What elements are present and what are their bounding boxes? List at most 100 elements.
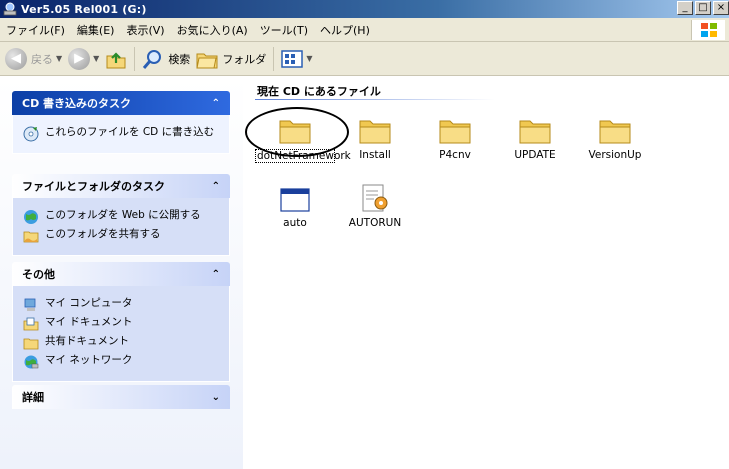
file-item[interactable]: VersionUp <box>575 113 655 161</box>
details-title: 詳細 <box>22 391 44 404</box>
setup-info-icon <box>362 184 388 212</box>
task-label: このフォルダを Web に公開する <box>45 209 201 221</box>
maximize-button[interactable]: □ <box>695 1 711 15</box>
cd-write-icon <box>23 126 39 142</box>
views-icon <box>281 49 304 68</box>
my-documents-icon <box>23 317 39 331</box>
my-computer-icon <box>24 298 36 311</box>
other-places-header[interactable]: その他 ⌃ <box>12 262 230 286</box>
collapse-chevron-icon[interactable]: ⌃ <box>212 98 220 109</box>
menu-tools[interactable]: ツール(T) <box>254 22 314 38</box>
file-item[interactable]: AUTORUN <box>335 181 415 229</box>
folder-icon <box>359 120 391 144</box>
menu-help[interactable]: ヘルプ(H) <box>314 22 376 38</box>
forward-arrow-icon: ▶ <box>68 47 91 70</box>
task-write-to-cd[interactable]: これらのファイルを CD に書き込む <box>23 126 219 142</box>
collapse-chevron-icon[interactable]: ⌃ <box>212 181 220 192</box>
other-places-body: マイ コンピュータ マイ ドキュメント 共有ドキュメント マイ ネットワーク <box>12 286 230 382</box>
file-item[interactable]: P4cnv <box>415 113 495 161</box>
place-label: 共有ドキュメント <box>45 335 129 347</box>
back-label: 戻る <box>31 52 53 66</box>
up-folder-icon <box>106 51 126 68</box>
back-dropdown-icon[interactable]: ▼ <box>56 54 62 63</box>
task-pane: CD 書き込みのタスク ⌃ これらのファイルを CD に書き込む ファイルとフォ… <box>0 77 243 469</box>
menu-bar: ファイル(F) 編集(E) 表示(V) お気に入り(A) ツール(T) ヘルプ(… <box>0 18 729 42</box>
close-button[interactable]: × <box>713 1 729 15</box>
other-places-title: その他 <box>22 268 55 281</box>
file-tasks-group: ファイルとフォルダのタスク ⌃ このフォルダを Web に公開する このフォルダ… <box>12 174 230 256</box>
windows-logo-icon <box>691 20 725 40</box>
my-network-icon <box>24 355 39 369</box>
cd-drive-icon <box>3 2 17 16</box>
menu-edit[interactable]: 編集(E) <box>71 22 121 38</box>
folders-label: フォルダ <box>222 52 267 66</box>
window-controls: _ □ × <box>675 1 729 15</box>
folder-icon <box>439 120 471 144</box>
menu-file[interactable]: ファイル(F) <box>0 22 71 38</box>
application-icon <box>280 188 310 212</box>
views-dropdown-icon[interactable]: ▼ <box>306 54 312 63</box>
file-name: VersionUp <box>588 149 642 161</box>
file-name: Install <box>359 149 391 161</box>
place-my-computer[interactable]: マイ コンピュータ <box>23 297 219 313</box>
file-tasks-title: ファイルとフォルダのタスク <box>22 180 165 193</box>
task-label: このフォルダを共有する <box>45 228 161 240</box>
place-label: マイ コンピュータ <box>45 297 133 309</box>
search-button[interactable]: 検索 <box>139 45 193 73</box>
file-name: dotNetFramework <box>255 149 351 163</box>
forward-dropdown-icon[interactable]: ▼ <box>93 54 99 63</box>
folder-icon <box>519 120 551 144</box>
details-group: 詳細 ⌄ <box>12 385 230 409</box>
file-name: AUTORUN <box>348 217 402 229</box>
cd-tasks-header[interactable]: CD 書き込みのタスク ⌃ <box>12 91 230 115</box>
task-label: これらのファイルを CD に書き込む <box>45 126 215 138</box>
task-publish-web[interactable]: このフォルダを Web に公開する <box>23 209 219 225</box>
place-my-network[interactable]: マイ ネットワーク <box>23 354 219 370</box>
share-folder-icon <box>23 231 39 243</box>
task-share-folder[interactable]: このフォルダを共有する <box>23 228 219 244</box>
file-name: UPDATE <box>514 149 556 161</box>
cd-tasks-group: CD 書き込みのタスク ⌃ これらのファイルを CD に書き込む <box>12 91 230 154</box>
place-label: マイ ドキュメント <box>45 316 133 328</box>
web-publish-icon <box>24 210 38 224</box>
back-button[interactable]: ◀ 戻る ▼ <box>2 45 65 73</box>
up-folder-button[interactable] <box>102 45 130 73</box>
details-header[interactable]: 詳細 ⌄ <box>12 385 230 409</box>
views-button[interactable]: ▼ <box>278 45 315 73</box>
place-my-documents[interactable]: マイ ドキュメント <box>23 316 219 332</box>
expand-chevron-icon[interactable]: ⌄ <box>212 392 220 403</box>
file-item[interactable]: Install <box>335 113 415 161</box>
file-tasks-body: このフォルダを Web に公開する このフォルダを共有する <box>12 198 230 256</box>
shared-documents-icon <box>23 338 39 350</box>
file-name: auto <box>283 217 307 229</box>
place-label: マイ ネットワーク <box>45 354 133 366</box>
search-label: 検索 <box>168 52 191 66</box>
forward-button[interactable]: ▶ ▼ <box>65 45 102 73</box>
menu-view[interactable]: 表示(V) <box>120 22 170 38</box>
other-places-group: その他 ⌃ マイ コンピュータ マイ ドキュメント 共有ドキュメント マイ ネッ… <box>12 262 230 382</box>
folder-icon <box>279 120 311 144</box>
toolbar-separator <box>273 46 275 71</box>
minimize-button[interactable]: _ <box>677 1 693 15</box>
collapse-chevron-icon[interactable]: ⌃ <box>212 269 220 280</box>
toolbar: ◀ 戻る ▼ ▶ ▼ 検索 フォルダ ▼ <box>0 42 729 76</box>
search-icon <box>143 49 162 69</box>
file-item[interactable]: UPDATE <box>495 113 575 161</box>
file-item[interactable]: auto <box>255 181 335 229</box>
back-arrow-icon: ◀ <box>5 47 27 70</box>
place-shared-documents[interactable]: 共有ドキュメント <box>23 335 219 351</box>
file-view: 現在 CD にあるファイル dotNetFramework Install P4… <box>243 77 729 469</box>
file-name: P4cnv <box>439 149 471 161</box>
file-tasks-header[interactable]: ファイルとフォルダのタスク ⌃ <box>12 174 230 198</box>
title-bar[interactable]: Ver5.05 Rel001 (G:) _ □ × <box>0 0 729 18</box>
folders-icon <box>196 53 218 68</box>
cd-tasks-title: CD 書き込みのタスク <box>22 97 132 110</box>
cd-tasks-body: これらのファイルを CD に書き込む <box>12 115 230 154</box>
section-divider <box>255 99 495 100</box>
window-title: Ver5.05 Rel001 (G:) <box>21 2 147 16</box>
toolbar-separator <box>134 46 136 71</box>
folders-button[interactable]: フォルダ <box>193 45 269 73</box>
file-item[interactable]: dotNetFramework <box>255 113 351 163</box>
menu-favorites[interactable]: お気に入り(A) <box>171 22 254 38</box>
folder-icon <box>599 120 631 144</box>
